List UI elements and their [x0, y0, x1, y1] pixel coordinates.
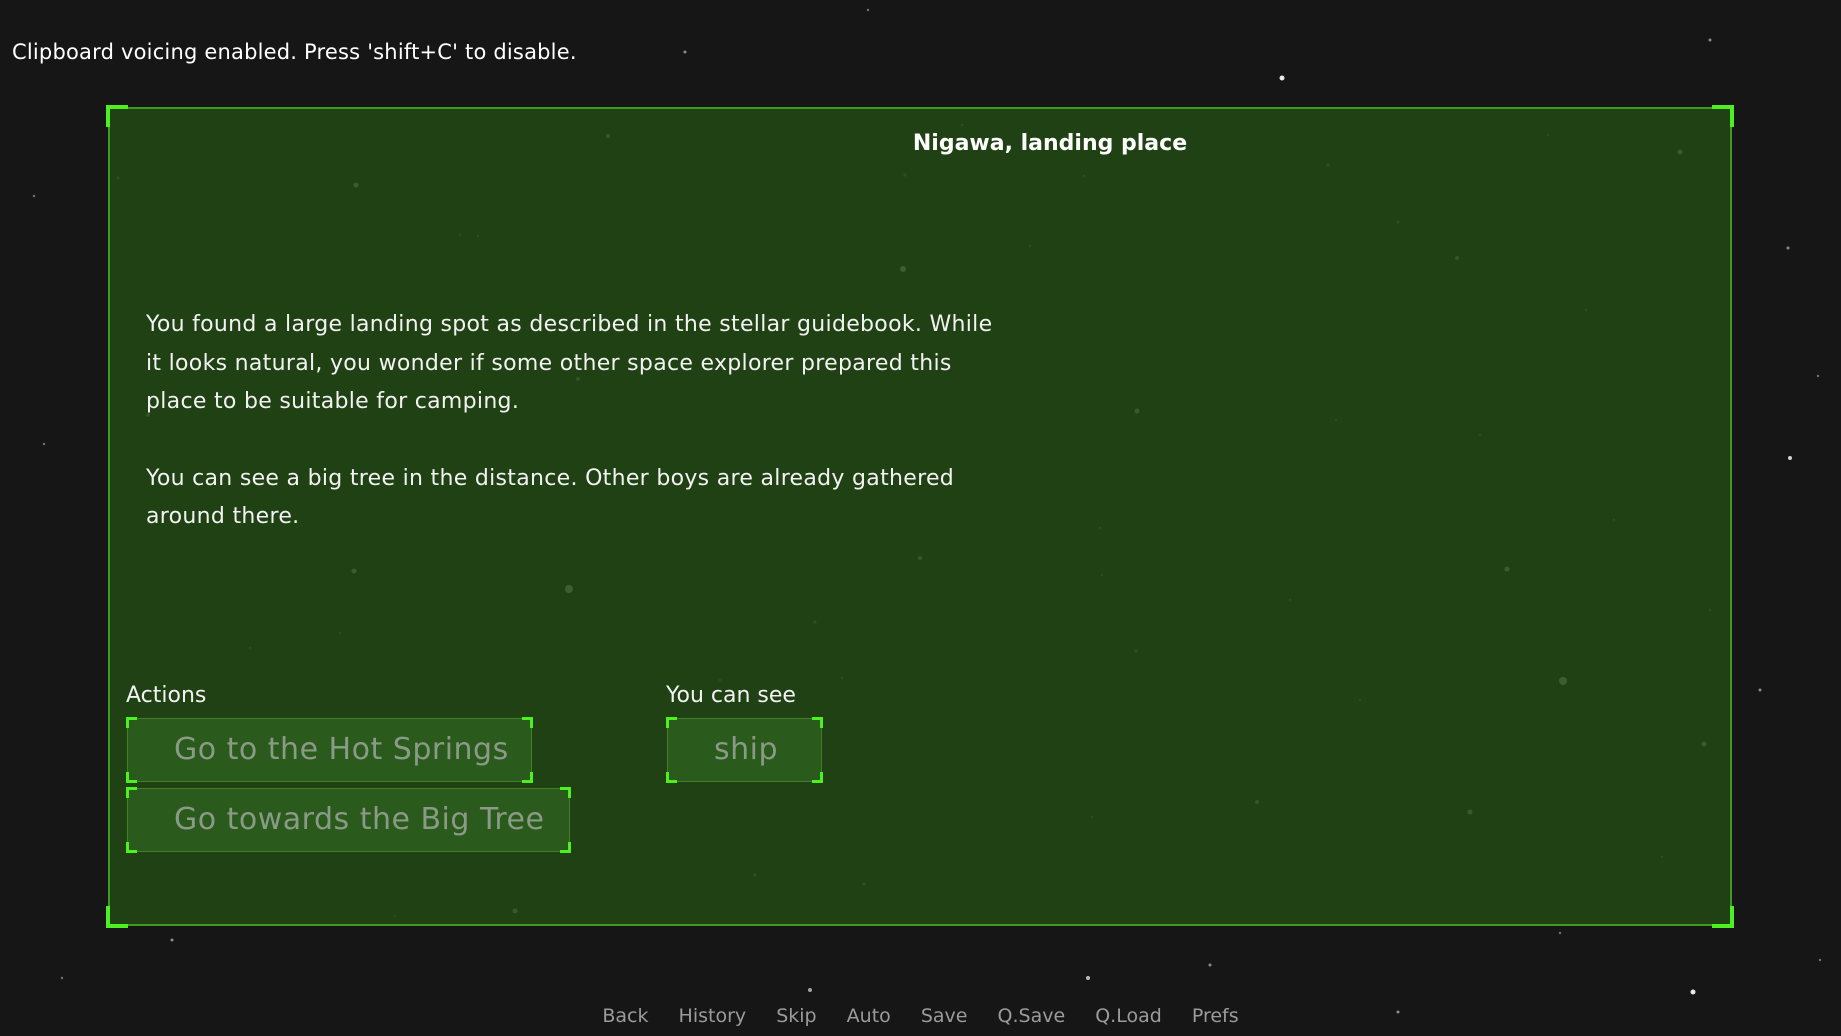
panel-corner-bottom-right — [1712, 906, 1734, 928]
quickmenu-qload-button[interactable]: Q.Load — [1095, 1005, 1162, 1027]
visible-item-label: ship — [714, 732, 779, 767]
description-paragraph: You can see a big tree in the distance. … — [146, 465, 955, 530]
location-title: Nigawa, landing place — [912, 131, 1188, 156]
quickmenu-prefs-button[interactable]: Prefs — [1192, 1005, 1239, 1027]
panel-corner-bottom-left — [106, 906, 128, 928]
action-button-label: Go to the Hot Springs — [174, 732, 509, 767]
you-can-see-label: You can see — [666, 683, 796, 708]
quickmenu-save-button[interactable]: Save — [921, 1005, 968, 1027]
quickmenu-back-button[interactable]: Back — [602, 1005, 648, 1027]
panel-corner-top-right — [1712, 105, 1734, 127]
location-panel: Nigawa, landing place You found a large … — [106, 105, 1734, 928]
quickmenu-history-button[interactable]: History — [679, 1005, 747, 1027]
quickmenu-skip-button[interactable]: Skip — [776, 1005, 816, 1027]
description-paragraph: You found a large landing spot as descri… — [146, 312, 993, 414]
clipboard-voicing-notice: Clipboard voicing enabled. Press 'shift+… — [12, 40, 577, 64]
quickmenu-qsave-button[interactable]: Q.Save — [998, 1005, 1066, 1027]
quick-menu: Back History Skip Auto Save Q.Save Q.Loa… — [0, 1005, 1841, 1027]
location-description: You found a large landing spot as descri… — [146, 306, 1006, 575]
go-towards-big-tree-button[interactable]: Go towards the Big Tree — [126, 787, 571, 853]
actions-label: Actions — [126, 683, 207, 708]
panel-corner-top-left — [106, 105, 128, 127]
go-to-hot-springs-button[interactable]: Go to the Hot Springs — [126, 717, 533, 783]
action-button-label: Go towards the Big Tree — [174, 802, 545, 837]
ship-button[interactable]: ship — [666, 717, 823, 783]
quickmenu-auto-button[interactable]: Auto — [847, 1005, 891, 1027]
